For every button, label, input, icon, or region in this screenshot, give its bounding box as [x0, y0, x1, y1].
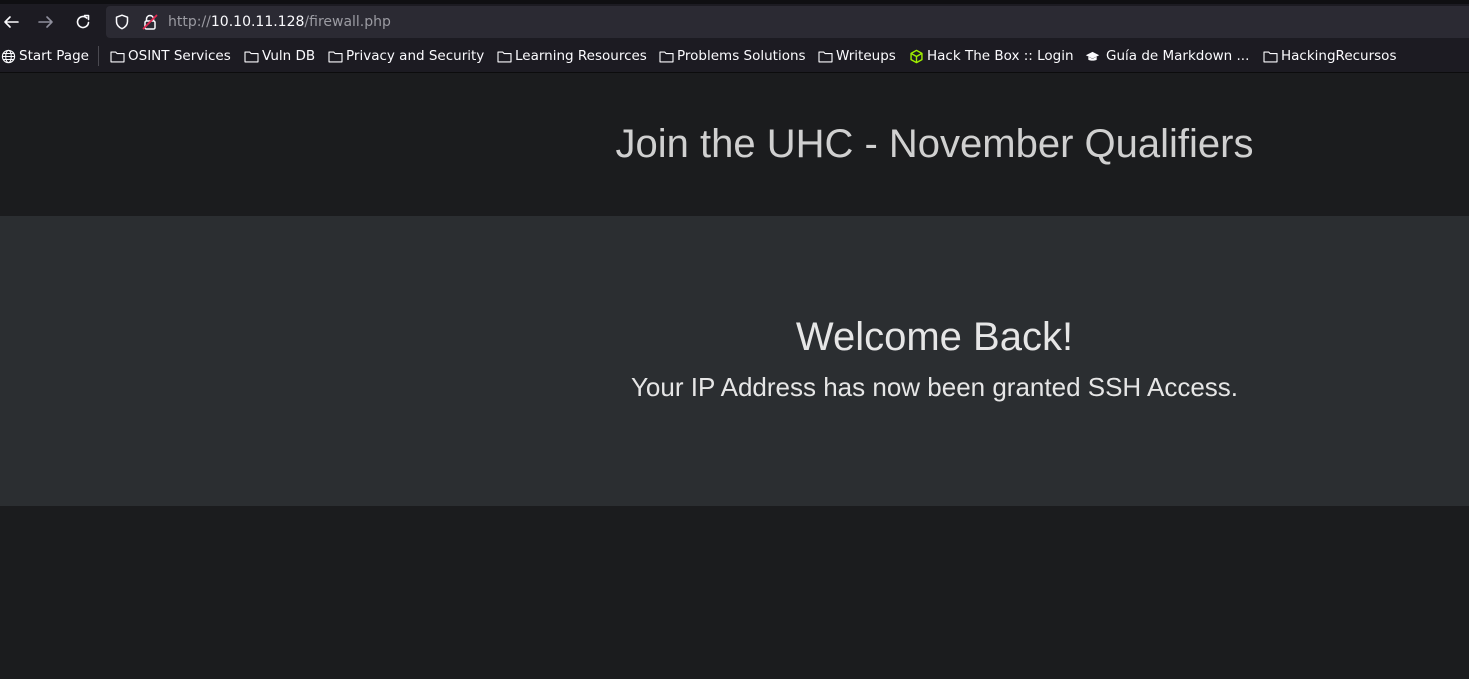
bookmark-label: Vuln DB	[262, 48, 316, 64]
url-bar[interactable]: http://10.10.11.128/firewall.php	[106, 6, 1469, 38]
folder-icon	[817, 48, 833, 64]
folder-icon	[327, 48, 343, 64]
bookmark-label: Hack The Box :: Login	[927, 48, 1074, 64]
welcome-heading: Welcome Back!	[795, 315, 1074, 359]
welcome-panel: Welcome Back! Your IP Address has now be…	[0, 216, 1469, 506]
reload-button[interactable]	[69, 8, 97, 36]
bookmark-folder-vuln-db[interactable]: Vuln DB	[243, 48, 315, 64]
url-host: 10.10.11.128	[210, 14, 305, 30]
folder-icon	[1262, 48, 1278, 64]
welcome-message: Your IP Address has now been granted SSH…	[630, 372, 1239, 402]
graduation-cap-icon	[1084, 48, 1100, 64]
bookmark-guia-de-markdown[interactable]: Guía de Markdown ...	[1084, 48, 1249, 64]
bookmarks-toolbar: Start Page OSINT Services Vuln DB Privac…	[0, 40, 1469, 73]
bookmark-label: Learning Resources	[515, 48, 647, 64]
bookmark-folder-writeups[interactable]: Writeups	[817, 48, 896, 64]
bookmark-start-page[interactable]: Start Page	[0, 48, 89, 64]
bookmark-label: Guía de Markdown ...	[1106, 48, 1250, 64]
shield-icon[interactable]	[114, 14, 130, 30]
folder-icon	[496, 48, 512, 64]
page-title: Join the UHC - November Qualifiers	[615, 122, 1254, 166]
bookmark-folder-osint-services[interactable]: OSINT Services	[109, 48, 231, 64]
folder-icon	[243, 48, 259, 64]
globe-icon	[0, 48, 16, 64]
page-header: Join the UHC - November Qualifiers	[0, 73, 1469, 216]
bookmark-folder-problems-solutions[interactable]: Problems Solutions	[658, 48, 806, 64]
forward-button[interactable]	[32, 8, 60, 36]
url-text[interactable]: http://10.10.11.128/firewall.php	[168, 14, 391, 30]
htb-cube-icon	[908, 48, 924, 64]
bookmark-label: HackingRecursos	[1281, 48, 1397, 64]
bookmark-label: Writeups	[836, 48, 896, 64]
url-scheme: http://	[168, 14, 211, 30]
navigation-toolbar: http://10.10.11.128/firewall.php	[0, 4, 1469, 40]
bookmark-folder-learning-resources[interactable]: Learning Resources	[496, 48, 647, 64]
bookmarks-separator	[98, 46, 99, 66]
bookmark-label: Privacy and Security	[346, 48, 485, 64]
bookmark-label: Start Page	[19, 48, 89, 64]
folder-icon	[109, 48, 125, 64]
bookmark-folder-privacy-and-security[interactable]: Privacy and Security	[327, 48, 484, 64]
back-button[interactable]	[0, 8, 25, 36]
bookmark-label: Problems Solutions	[677, 48, 806, 64]
folder-icon	[658, 48, 674, 64]
page-content: Join the UHC - November Qualifiers Welco…	[0, 73, 1469, 679]
arrow-right-icon	[38, 16, 53, 28]
arrow-left-icon	[4, 16, 19, 28]
bookmark-hack-the-box-login[interactable]: Hack The Box :: Login	[908, 48, 1074, 64]
lock-insecure-icon[interactable]	[142, 14, 158, 30]
reload-icon	[76, 14, 90, 29]
bookmark-label: OSINT Services	[128, 48, 231, 64]
bookmark-folder-hackingrecursos[interactable]: HackingRecursos	[1262, 48, 1396, 64]
url-path: /firewall.php	[304, 14, 391, 30]
